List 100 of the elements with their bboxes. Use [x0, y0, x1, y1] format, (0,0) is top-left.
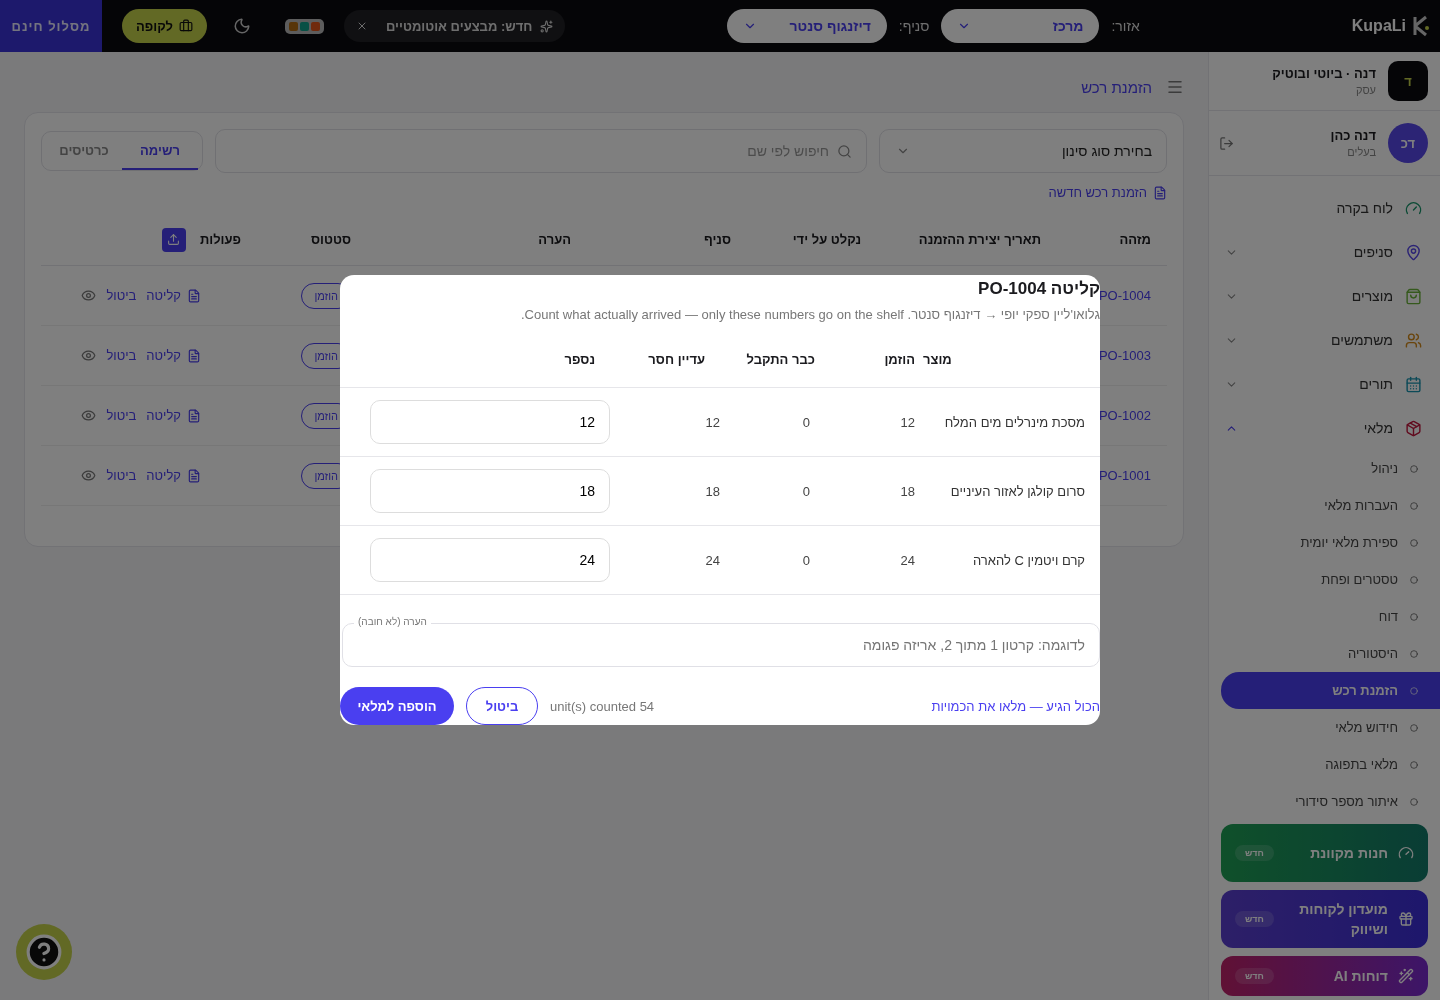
column-header: הוזמן — [883, 352, 915, 367]
promo-banner[interactable]: מועדון לקוחות ושיווק חדש — [1221, 890, 1428, 948]
search-icon — [837, 143, 852, 159]
menu-icon[interactable] — [1166, 78, 1184, 96]
briefcase-icon — [179, 19, 193, 33]
column-header: מוצר — [922, 352, 953, 367]
sidebar-subitem[interactable]: ניהול — [1221, 450, 1440, 487]
cancel-link[interactable]: ביטול — [106, 348, 137, 363]
logo[interactable]: KupaLi — [1351, 15, 1430, 37]
missing-cell-text: 24 — [704, 552, 720, 568]
submit-button[interactable]: הוספה למלאי — [340, 687, 454, 725]
column-header: מזהה — [1118, 232, 1151, 247]
promo-banner[interactable]: חנות מקוונת חדש — [1221, 824, 1428, 882]
filter-select[interactable]: בחירת סוג סינון — [879, 129, 1167, 173]
sidebar-subitem[interactable]: מלאי בתפוגה — [1221, 746, 1440, 783]
document-icon — [187, 348, 201, 363]
count-input[interactable]: 18 — [370, 469, 610, 513]
gauge-icon — [1405, 199, 1422, 217]
circle-icon — [1410, 723, 1418, 732]
breadcrumb: הזמנת רכש — [1081, 78, 1152, 96]
receive-link[interactable]: קליטה — [146, 348, 201, 363]
sidebar-item[interactable]: סניפים — [1209, 230, 1440, 274]
column-header: הערה — [537, 232, 571, 247]
cancel-link[interactable]: ביטול — [106, 288, 137, 303]
sparkles-icon — [540, 19, 554, 33]
ordered-cell-text: 24 — [899, 552, 915, 568]
document-icon — [1153, 185, 1167, 200]
promo-label: חנות מקוונת — [1309, 844, 1388, 863]
help-button[interactable] — [16, 924, 72, 980]
sidebar-subitem[interactable]: דוח — [1221, 598, 1440, 635]
counted-text: 54 unit(s) counted — [550, 698, 655, 714]
sidebar-item[interactable]: מלאי — [1209, 406, 1440, 450]
sidebar-item[interactable]: מוצרים — [1209, 274, 1440, 318]
sidebar-subitem[interactable]: איתור מספר סידורי — [1221, 783, 1440, 820]
new-order-link[interactable]: הזמנת רכש חדשה — [41, 185, 1167, 200]
missing-cell-text: 18 — [704, 483, 720, 499]
circle-icon — [1410, 760, 1418, 769]
sidebar-item[interactable]: משתמשים — [1209, 318, 1440, 362]
sidebar-subitem[interactable]: חידוש מלאי — [1221, 709, 1440, 746]
sidebar-subitem[interactable]: טסטרים ופחת — [1221, 561, 1440, 598]
map-pin-icon — [1405, 243, 1422, 261]
eye-icon[interactable] — [81, 408, 97, 423]
receive-link[interactable]: קליטה — [146, 408, 201, 423]
fill-all-link[interactable]: הכול הגיע — מלאו את הכמויות — [666, 698, 1100, 714]
column-header: סניף — [702, 232, 731, 247]
receive-link[interactable]: קליטה — [146, 288, 201, 303]
user-avatar: דכ — [1388, 123, 1428, 164]
logout-icon[interactable] — [1219, 135, 1234, 151]
column-header: כבר התקבל — [745, 352, 815, 367]
sidebar-subitem[interactable]: הזמנת רכש — [1221, 672, 1440, 709]
users-icon — [1405, 331, 1422, 349]
sidebar-subitem[interactable]: ספירת מלאי יומית — [1221, 524, 1440, 561]
dialog-title: קליטה PO-1004 — [977, 278, 1100, 299]
missing-cell-text: 12 — [704, 414, 720, 430]
announcement-chip[interactable]: חדש: מבצעים אוטומטיים — [344, 10, 566, 42]
cancel-button[interactable]: ביטול — [466, 687, 538, 725]
cashier-button[interactable]: לקופה — [122, 9, 207, 43]
document-icon — [187, 288, 201, 303]
eye-icon[interactable] — [81, 348, 97, 363]
region-label: אזור: — [1111, 18, 1140, 34]
promo-label: מועדון לקוחות ושיווק — [1298, 900, 1388, 939]
region-select[interactable]: מרכז — [941, 9, 1100, 43]
circle-icon — [1410, 649, 1418, 658]
theme-swatch-icon[interactable] — [285, 18, 324, 34]
branch-select[interactable]: דיזנגוף סנטר — [726, 9, 887, 43]
sidebar-item[interactable]: תורים — [1209, 362, 1440, 406]
ordered-cell-text: 18 — [899, 483, 915, 499]
magic-wand-icon — [1398, 968, 1414, 984]
column-header: תאריך יצירת ההזמנה — [917, 232, 1041, 247]
cancel-link[interactable]: ביטול — [106, 468, 137, 483]
promo-banner[interactable]: דוחות AI חדש — [1221, 956, 1428, 996]
received-cell-text: 0 — [801, 414, 811, 430]
column-header: סטטוס — [310, 232, 351, 247]
dialog-subtitle: גלואו'ליין ספקי יופי → דיזנגוף סנטר. Count what actually arrived — only these numbers go on the shelf. — [519, 307, 1100, 322]
received-cell-text: 0 — [801, 483, 811, 499]
circle-icon — [1410, 464, 1418, 473]
count-input[interactable]: 12 — [370, 400, 610, 444]
eye-icon[interactable] — [81, 288, 97, 303]
export-icon[interactable] — [161, 227, 186, 252]
column-header: פעולות — [199, 232, 241, 247]
product-name: מסכת מינרלים מים המלח — [943, 414, 1085, 430]
circle-icon — [1410, 797, 1418, 806]
moon-icon[interactable] — [233, 17, 251, 35]
plan-button[interactable]: מסלול חינם — [0, 0, 102, 52]
count-input[interactable]: 24 — [370, 538, 610, 582]
sidebar-item[interactable]: לוח בקרה — [1209, 186, 1440, 230]
view-tab[interactable]: כרטיסים — [46, 132, 122, 170]
column-header: עדיין חסר — [647, 352, 705, 367]
calendar-icon — [1405, 375, 1422, 393]
document-icon — [187, 408, 201, 423]
note-label: הערה (לא חובה) — [354, 616, 431, 627]
view-tab[interactable]: רשימה — [122, 132, 198, 170]
eye-icon[interactable] — [81, 468, 97, 483]
close-icon[interactable] — [356, 20, 368, 32]
user-role: בעלים — [1346, 146, 1376, 159]
sidebar-subitem[interactable]: העברות מלאי — [1221, 487, 1440, 524]
sidebar-subitem[interactable]: היסטוריה — [1221, 635, 1440, 672]
cancel-link[interactable]: ביטול — [106, 408, 137, 423]
bag-icon — [1405, 287, 1422, 305]
receive-link[interactable]: קליטה — [146, 468, 201, 483]
